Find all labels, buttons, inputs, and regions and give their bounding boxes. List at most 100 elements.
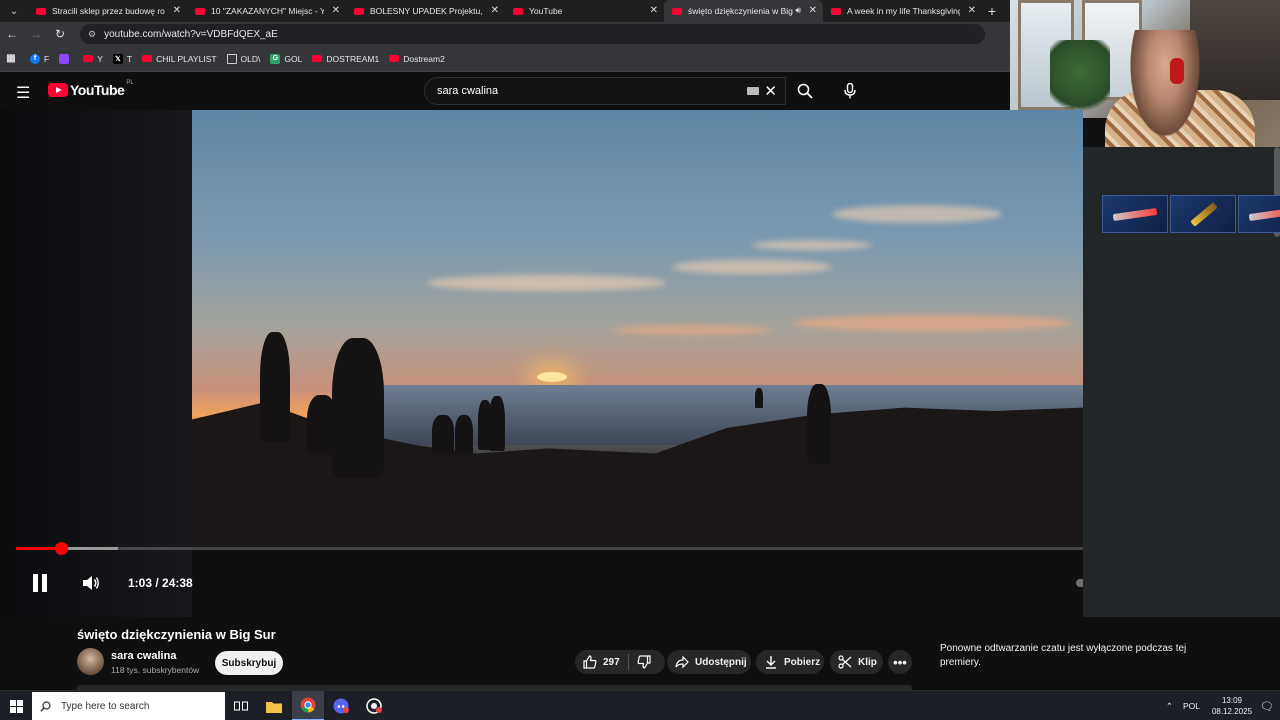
channel-name[interactable]: sara cwalina: [111, 650, 176, 662]
chrome-icon: [300, 697, 316, 713]
bookmark-label: T: [126, 53, 133, 64]
video-player[interactable]: 1:03 / 24:38 HD: [0, 110, 1083, 617]
bookmark-item[interactable]: DOSTREAM1: [312, 54, 379, 64]
bookmark-item[interactable]: G GOL: [270, 53, 303, 64]
browser-tab-active[interactable]: święto dziękczynienia w Big 🔊︎ ✕: [664, 0, 823, 22]
headset: [1170, 58, 1184, 84]
video-frame[interactable]: [192, 110, 1083, 547]
person-silhouette: [260, 332, 290, 442]
plus-icon: +: [987, 3, 997, 19]
christmas-tree: [1050, 40, 1110, 120]
bookmark-label: GOL: [284, 53, 303, 64]
more-horizontal-icon: •••: [893, 654, 907, 670]
browser-tab[interactable]: 10 "ZAKAZANYCH" Miejsc - Yo ✕: [187, 0, 346, 22]
tab-close-icon[interactable]: ✕: [968, 5, 976, 16]
sun: [537, 372, 567, 382]
bookmark-item[interactable]: CHIL PLAYLIST: [142, 54, 217, 64]
discord-button[interactable]: [325, 691, 357, 720]
windows-icon: [9, 699, 23, 713]
site-settings-icon[interactable]: ⚙︎: [88, 29, 96, 40]
progress-bar[interactable]: [16, 542, 1083, 555]
browser-tab[interactable]: Stracili sklep przez budowę ron ✕: [28, 0, 187, 22]
browser-tab-strip: ⌄ Stracili sklep przez budowę ron ✕ 10 "…: [0, 0, 1010, 22]
clock-date: 08.12.2025: [1211, 707, 1253, 716]
file-explorer-button[interactable]: [258, 691, 290, 720]
start-button[interactable]: [0, 691, 32, 720]
channel-avatar[interactable]: [77, 648, 104, 675]
discord-icon: [333, 698, 349, 714]
reload-button[interactable]: ↻: [48, 27, 72, 41]
tab-close-icon[interactable]: ✕: [491, 5, 499, 16]
app-button[interactable]: [358, 691, 390, 720]
youtube-favicon-icon: [195, 7, 205, 15]
bookmark-item[interactable]: 𝕏T: [112, 53, 133, 64]
dislike-button[interactable]: [637, 655, 651, 669]
share-button[interactable]: Udostępnij: [667, 650, 751, 674]
forward-button[interactable]: →: [24, 27, 48, 41]
chat-replay-disabled-message: Ponowne odtwarzanie czatu jest wyłączone…: [940, 643, 1187, 668]
task-view-icon: [234, 701, 248, 711]
bookmark-label: Y: [97, 53, 103, 64]
bookmark-item[interactable]: fF: [30, 53, 50, 64]
search-button[interactable]: [786, 77, 824, 105]
clear-search-icon[interactable]: ✕: [764, 82, 777, 100]
bookmark-label: F: [44, 53, 50, 64]
keyboard-icon[interactable]: [747, 87, 759, 95]
tab-close-icon[interactable]: ✕: [332, 5, 340, 16]
bookmark-item[interactable]: Dostream2: [389, 54, 445, 64]
language-indicator[interactable]: POL: [1183, 701, 1200, 711]
apps-grid-icon: ▦: [6, 53, 16, 64]
pause-button[interactable]: [25, 565, 55, 601]
taskbar-search-input[interactable]: Type here to search: [32, 692, 225, 720]
apps-button[interactable]: ▦: [6, 53, 20, 64]
notifications-icon[interactable]: 🗨︎: [1260, 700, 1274, 713]
gol-icon: G: [270, 53, 281, 64]
youtube-logo[interactable]: YouTube PL: [48, 80, 134, 98]
like-divider: [627, 654, 629, 670]
menu-icon[interactable]: ☰: [16, 83, 30, 103]
search-icon: [40, 700, 51, 712]
back-button[interactable]: ←: [0, 27, 24, 41]
speaker-icon[interactable]: 🔊︎: [795, 5, 801, 16]
tab-close-icon[interactable]: ✕: [809, 5, 817, 16]
like-button[interactable]: 297: [575, 655, 620, 669]
clip-button[interactable]: Klip: [830, 650, 883, 674]
download-button[interactable]: Pobierz: [756, 650, 824, 674]
weapon-skin-image: [1102, 195, 1168, 233]
bookmark-label: OLD\: [240, 53, 261, 64]
new-tab-button[interactable]: +: [982, 0, 1002, 22]
address-bar[interactable]: ⚙︎ youtube.com/watch?v=VDBFdQEX_aE: [80, 24, 985, 44]
browser-tab[interactable]: YouTube ✕: [505, 0, 664, 22]
autoplay-toggle[interactable]: [1076, 565, 1083, 601]
browser-tab[interactable]: A week in my life Thanksgiving ✕: [823, 0, 982, 22]
microphone-icon: [844, 83, 856, 99]
system-tray: ⌃ POL 13:09 08.12.2025 🗨︎: [1166, 691, 1280, 720]
bookmark-item[interactable]: [59, 53, 73, 64]
voice-search-button[interactable]: [834, 76, 866, 106]
cloud: [832, 205, 1002, 223]
search-input[interactable]: sara cwalina ✕: [424, 77, 786, 105]
browser-tab[interactable]: BOLESNY UPADEK Projektu, Któ ✕: [346, 0, 505, 22]
like-dislike-group: 297: [575, 650, 665, 674]
tab-search-button[interactable]: ⌄: [0, 0, 28, 22]
more-actions-button[interactable]: •••: [888, 650, 912, 674]
folder-icon: [266, 701, 282, 713]
youtube-icon: [83, 55, 94, 62]
time-display: 1:03 / 24:38: [128, 576, 193, 590]
chrome-button[interactable]: [292, 691, 324, 720]
player-controls: 1:03 / 24:38 HD: [0, 565, 1083, 601]
youtube-favicon-icon: [36, 7, 46, 15]
tray-overflow-icon[interactable]: ⌃: [1166, 701, 1173, 712]
cloud: [792, 315, 1072, 331]
tab-close-icon[interactable]: ✕: [650, 5, 658, 16]
arrow-left-icon: ←: [6, 27, 18, 41]
volume-button[interactable]: [76, 565, 106, 601]
bookmark-folder[interactable]: OLD\: [226, 53, 261, 64]
task-view-button[interactable]: [225, 691, 257, 720]
youtube-logo-icon: [48, 83, 68, 97]
subscribe-button[interactable]: Subskrybuj: [215, 651, 283, 675]
clock[interactable]: 13:09 08.12.2025: [1212, 695, 1252, 717]
bookmark-item[interactable]: Y: [83, 54, 103, 64]
tab-close-icon[interactable]: ✕: [173, 5, 181, 16]
streamer: [1125, 30, 1205, 147]
